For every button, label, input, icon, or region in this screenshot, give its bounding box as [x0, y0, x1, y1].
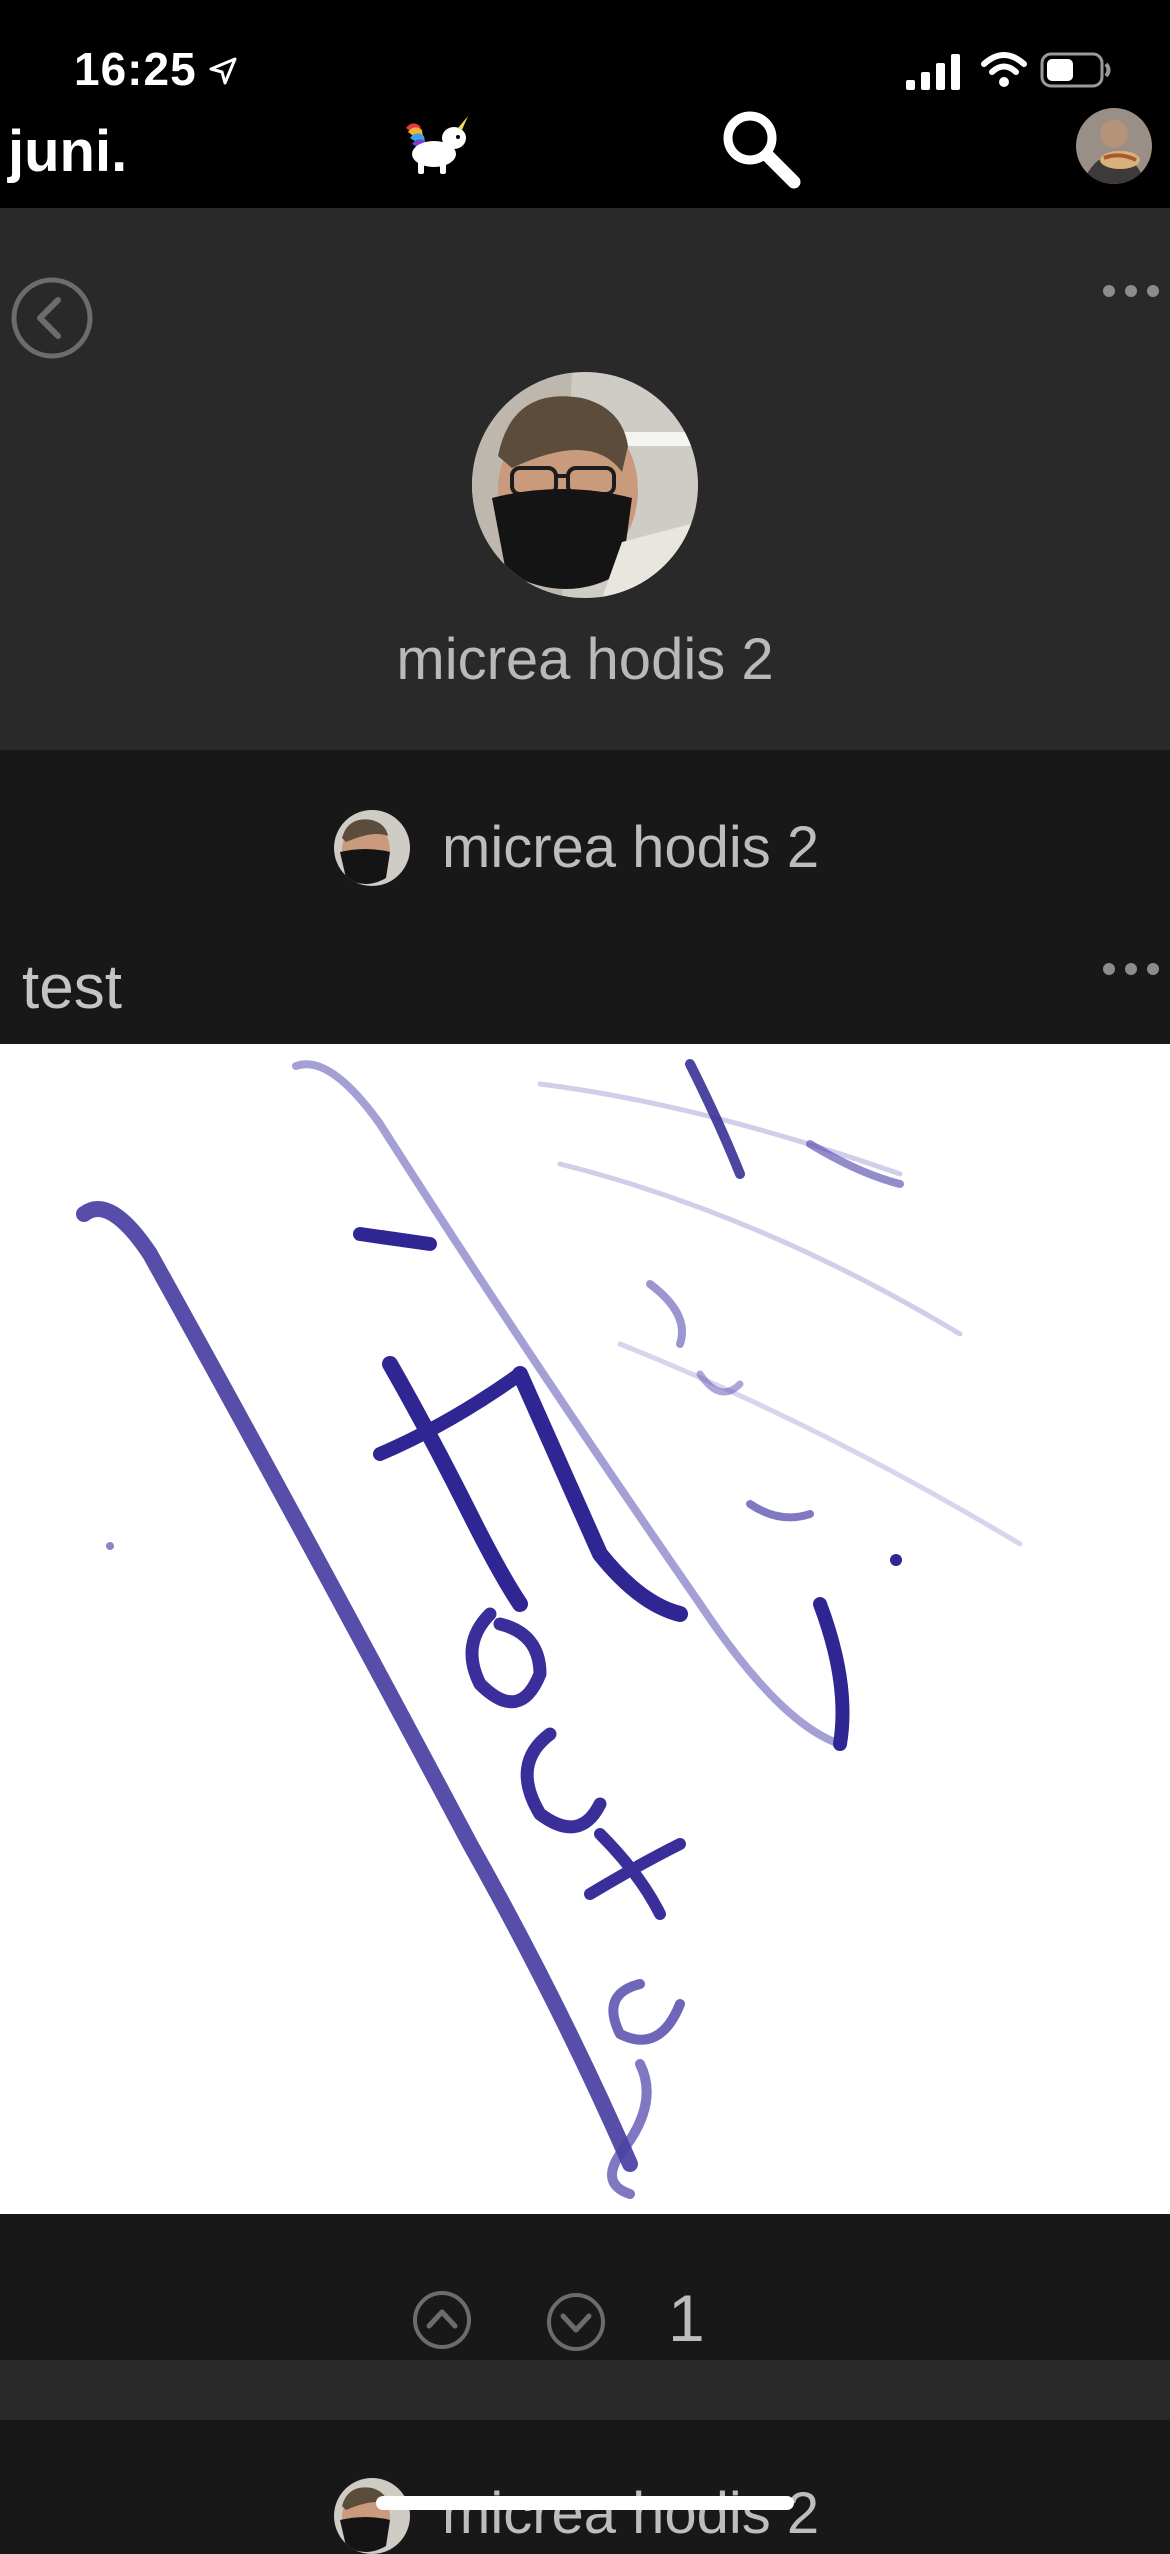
battery-icon [1040, 52, 1111, 88]
chevron-up-icon[interactable] [412, 2290, 472, 2350]
app-brand[interactable]: juni. [8, 118, 127, 185]
post-author-name[interactable]: micrea hodis 2 [442, 814, 819, 881]
chevron-left-icon[interactable] [10, 276, 94, 360]
next-post-author-name[interactable]: micrea hodis 2 [442, 2480, 819, 2547]
top-navbar [0, 100, 1170, 208]
chevron-down-icon[interactable] [546, 2292, 606, 2352]
post-title: test [22, 953, 122, 1022]
current-user-avatar[interactable] [1076, 108, 1152, 184]
wifi-icon [981, 52, 1027, 87]
profile-avatar [472, 372, 698, 598]
cellular-signal-icon [906, 54, 960, 90]
location-arrow-icon [209, 57, 237, 85]
vote-score: 1 [668, 2281, 705, 2355]
post-author-avatar[interactable] [334, 810, 410, 886]
handwritten-signature-drawing [76, 1059, 1023, 2199]
status-time: 16:25 [74, 43, 197, 95]
post-divider [0, 2360, 1170, 2420]
next-post-author-avatar[interactable] [334, 2478, 410, 2554]
post-image[interactable] [0, 1044, 1170, 2214]
profile-name: micrea hodis 2 [396, 627, 774, 692]
more-horizontal-icon[interactable] [1102, 962, 1160, 976]
home-indicator[interactable] [376, 2496, 794, 2510]
more-horizontal-icon[interactable] [1102, 284, 1160, 298]
search-icon[interactable] [716, 104, 804, 192]
unicorn-icon[interactable] [398, 116, 474, 176]
